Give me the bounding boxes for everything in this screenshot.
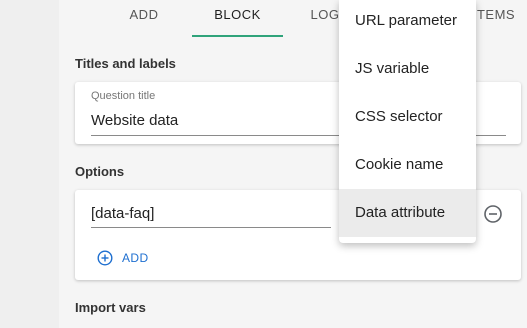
section-import-vars-label: Import vars xyxy=(75,300,146,315)
menu-item-data-attribute[interactable]: Data attribute xyxy=(339,189,476,237)
question-title-caption: Question title xyxy=(91,90,156,102)
source-type-menu: URL parameter JS variable CSS selector C… xyxy=(339,0,476,243)
active-tab-indicator xyxy=(192,35,283,37)
option-value-input[interactable]: [data-faq] xyxy=(91,205,154,222)
add-circle-icon xyxy=(97,250,113,266)
section-options-label: Options xyxy=(75,164,125,179)
add-option-button[interactable]: ADD xyxy=(97,250,149,266)
remove-option-button[interactable] xyxy=(483,204,503,224)
menu-item-css-selector[interactable]: CSS selector xyxy=(339,93,476,141)
menu-item-js-variable[interactable]: JS variable xyxy=(339,45,476,93)
menu-item-url-parameter[interactable]: URL parameter xyxy=(339,0,476,45)
remove-circle-icon xyxy=(484,205,502,223)
question-title-input[interactable]: Website data xyxy=(91,112,178,129)
section-titles-label: Titles and labels xyxy=(75,56,176,71)
option-value-underline xyxy=(91,227,331,228)
add-option-label: ADD xyxy=(122,251,149,265)
tab-block[interactable]: BLOCK xyxy=(192,0,283,36)
tab-add[interactable]: ADD xyxy=(121,0,167,36)
menu-item-cookie-name[interactable]: Cookie name xyxy=(339,141,476,189)
left-gutter xyxy=(0,0,59,328)
